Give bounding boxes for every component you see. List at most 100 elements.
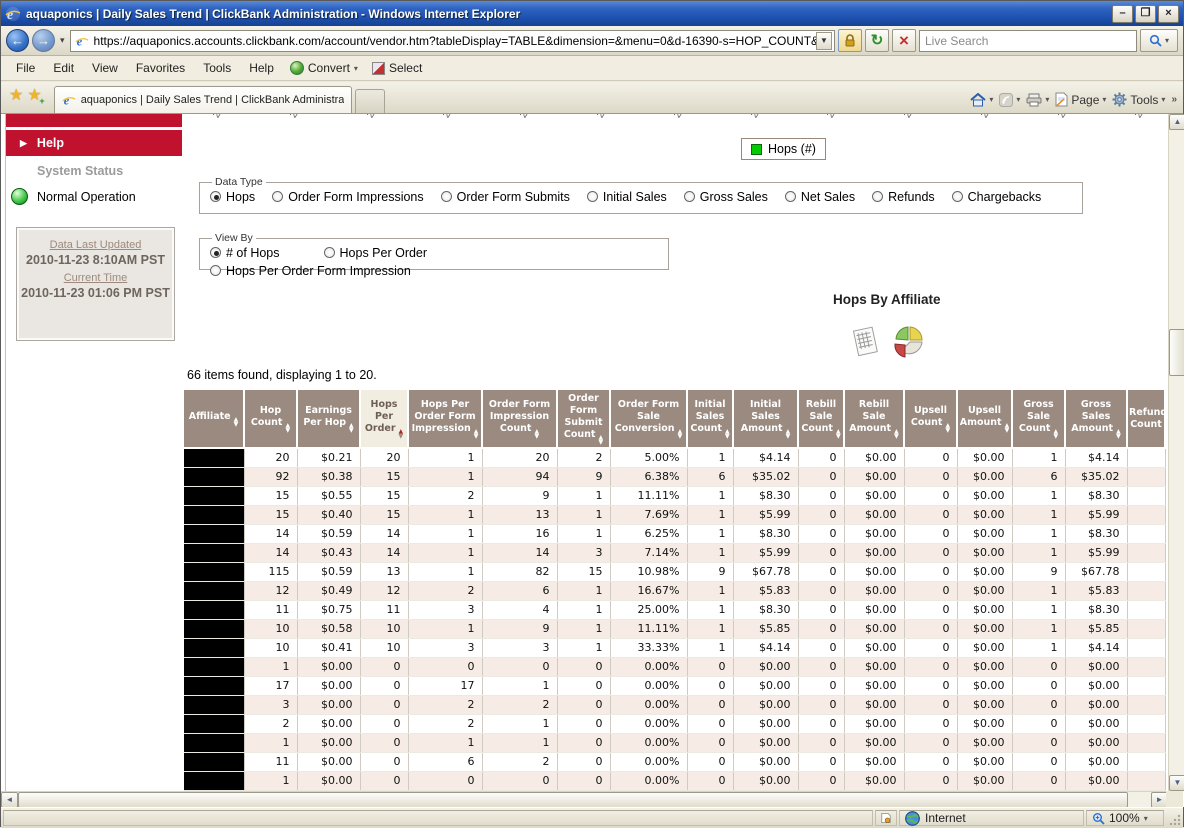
sort-arrows-icon[interactable]: ▲▼ [399,429,404,439]
column-header-order-form-submit-count[interactable]: Order Form Submit Count▲▼ [557,390,610,448]
new-tab-stub[interactable] [355,89,385,113]
search-button[interactable]: ▾ [1140,29,1178,52]
horizontal-scroll-thumb[interactable] [18,792,1128,807]
radio-icon[interactable] [210,191,221,202]
data-type-option-initial-sales[interactable]: Initial Sales [587,190,667,204]
sort-arrows-icon[interactable]: ▲▼ [474,429,479,439]
favorites-star-icon[interactable]: ★ [9,85,23,105]
column-header-hops-per-order[interactable]: Hops Per Order▲▼ [360,390,408,448]
sort-arrows-icon[interactable]: ▲▼ [534,429,539,439]
page-button[interactable]: Page▾ [1055,92,1106,107]
data-type-option-net-sales[interactable]: Net Sales [785,190,855,204]
convert-dropdown-icon[interactable]: ▾ [354,64,358,73]
column-header-affiliate[interactable]: Affiliate▲▼ [184,390,244,448]
tab-active[interactable]: e aquaponics | Daily Sales Trend | Click… [54,86,352,113]
sort-arrows-icon[interactable]: ▲▼ [725,429,730,439]
data-type-option-chargebacks[interactable]: Chargebacks [952,190,1042,204]
sort-arrows-icon[interactable]: ▲▼ [285,423,290,433]
minimize-button[interactable]: – [1112,5,1133,23]
column-header-gross-sales-amount[interactable]: Gross Sales Amount▲▼ [1065,390,1127,448]
vertical-scroll-thumb[interactable] [1169,329,1184,376]
zoom-dropdown-icon[interactable]: ▾ [1144,814,1148,823]
data-type-option-order-form-impressions[interactable]: Order Form Impressions [272,190,423,204]
column-header-refund-count[interactable]: Refund Count [1127,390,1165,448]
sort-arrows-icon[interactable]: ▲▼ [1116,429,1121,439]
data-type-option-gross-sales[interactable]: Gross Sales [684,190,768,204]
column-header-upsell-amount[interactable]: Upsell Amount▲▼ [957,390,1012,448]
radio-icon[interactable] [324,247,335,258]
radio-icon[interactable] [952,191,963,202]
data-type-option-hops[interactable]: Hops [210,190,255,204]
current-time-link[interactable]: Current Time [17,272,174,284]
scroll-up-icon[interactable]: ▲ [1169,114,1184,130]
search-input[interactable]: Live Search [919,30,1137,52]
sort-arrows-icon[interactable]: ▲▼ [945,423,950,433]
sort-arrows-icon[interactable]: ▲▼ [786,429,791,439]
forward-button[interactable]: → [32,29,55,52]
radio-icon[interactable] [210,265,221,276]
sort-arrows-icon[interactable]: ▲▼ [234,417,239,427]
feeds-button[interactable]: ▾ [999,93,1020,107]
column-header-earnings-per-hop[interactable]: Earnings Per Hop▲▼ [297,390,360,448]
chart-view-button[interactable] [891,324,927,365]
history-dropdown-icon[interactable]: ▾ [58,35,67,46]
data-type-option-refunds[interactable]: Refunds [872,190,935,204]
sort-arrows-icon[interactable]: ▲▼ [678,429,683,439]
menu-favorites[interactable]: Favorites [127,58,194,78]
sort-arrows-icon[interactable]: ▲▼ [1005,423,1010,433]
data-type-option-order-form-submits[interactable]: Order Form Submits [441,190,570,204]
radio-icon[interactable] [587,191,598,202]
zoom-panel[interactable]: 100% ▾ [1086,810,1164,826]
column-header-hops-per-order-form-impression[interactable]: Hops Per Order Form Impression▲▼ [408,390,482,448]
horizontal-scrollbar[interactable]: ◄ ► [1,791,1168,807]
vertical-scrollbar[interactable]: ▲ ▼ [1168,114,1184,791]
print-button[interactable]: ▾ [1026,93,1049,107]
add-favorite-star-icon[interactable]: ★+ [27,85,41,105]
tools-button[interactable]: Tools▾ [1112,92,1165,107]
sidebar-item-help[interactable]: ▶ Help [6,130,182,156]
radio-icon[interactable] [785,191,796,202]
radio-icon[interactable] [210,247,221,258]
radio-icon[interactable] [441,191,452,202]
column-header-gross-sale-count[interactable]: Gross Sale Count▲▼ [1012,390,1065,448]
sort-arrows-icon[interactable]: ▲▼ [1053,429,1058,439]
maximize-button[interactable]: ❐ [1135,5,1156,23]
url-field[interactable]: e https://aquaponics.accounts.clickbank.… [70,30,835,52]
column-header-upsell-count[interactable]: Upsell Count▲▼ [904,390,957,448]
view-by-option-hops-per-order-form-impression[interactable]: Hops Per Order Form Impression [210,264,411,278]
resize-grip[interactable] [1166,810,1181,826]
sort-arrows-icon[interactable]: ▲▼ [598,435,603,445]
sort-arrows-icon[interactable]: ▲▼ [349,423,354,433]
menu-file[interactable]: File [7,58,44,78]
menu-help[interactable]: Help [240,58,283,78]
column-header-order-form-impression-count[interactable]: Order Form Impression Count▲▼ [482,390,557,448]
close-button[interactable]: × [1158,5,1179,23]
security-lock-button[interactable] [838,29,862,52]
column-header-initial-sales-count[interactable]: Initial Sales Count▲▼ [687,390,733,448]
column-header-order-form-sale-conversion[interactable]: Order Form Sale Conversion▲▼ [610,390,687,448]
stop-button[interactable]: × [892,29,916,52]
radio-icon[interactable] [684,191,695,202]
view-by-option-hops-per-order[interactable]: Hops Per Order [324,246,428,260]
column-header-hop-count[interactable]: Hop Count▲▼ [244,390,297,448]
url-dropdown-icon[interactable]: ▼ [816,32,832,50]
column-header-rebill-sale-amount[interactable]: Rebill Sale Amount▲▼ [844,390,904,448]
radio-icon[interactable] [272,191,283,202]
scroll-down-icon[interactable]: ▼ [1169,775,1184,791]
menu-view[interactable]: View [83,58,127,78]
select-button[interactable]: Select [365,59,429,77]
search-options-dropdown-icon[interactable]: ▾ [1165,36,1169,45]
home-button[interactable]: ▾ [970,93,993,107]
column-header-rebill-sale-count[interactable]: Rebill Sale Count▲▼ [798,390,844,448]
sort-arrows-icon[interactable]: ▲▼ [894,429,899,439]
radio-icon[interactable] [872,191,883,202]
view-by-option--of-hops[interactable]: # of Hops [210,246,280,260]
data-last-updated-link[interactable]: Data Last Updated [17,239,174,251]
column-header-initial-sales-amount[interactable]: Initial Sales Amount▲▼ [733,390,798,448]
scroll-left-icon[interactable]: ◄ [1,792,18,807]
convert-button[interactable]: Convert ▾ [283,59,365,77]
sort-arrows-icon[interactable]: ▲▼ [836,429,841,439]
toolbar-overflow-chevron-icon[interactable]: » [1171,94,1177,105]
menu-edit[interactable]: Edit [44,58,83,78]
export-table-button[interactable] [847,324,883,365]
